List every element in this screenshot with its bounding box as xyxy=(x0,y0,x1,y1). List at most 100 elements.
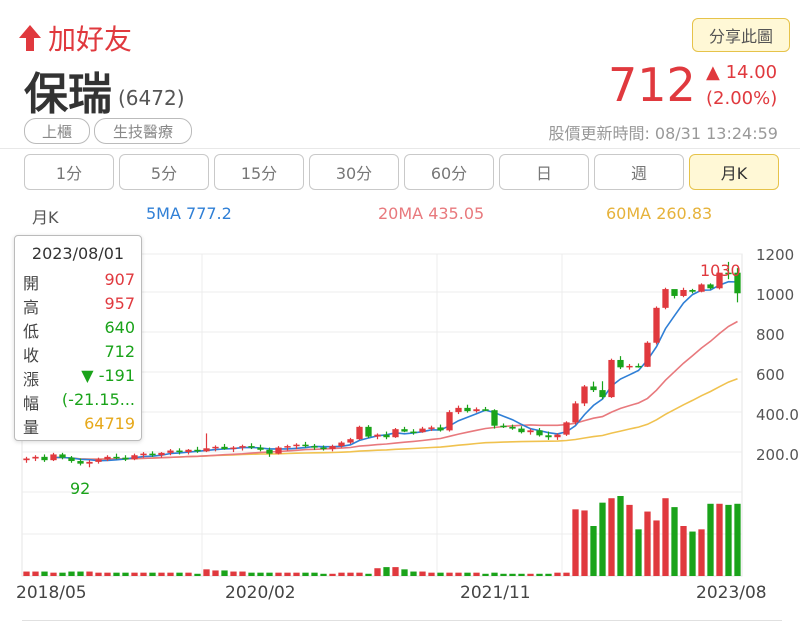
volume-bar xyxy=(572,509,579,576)
x-tick-label: 2023/08 xyxy=(696,583,767,603)
y-tick-label: 600 xyxy=(756,366,785,384)
volume-bar xyxy=(275,572,282,576)
candle[interactable] xyxy=(365,425,372,438)
volume-bar xyxy=(725,504,732,576)
volume-bar xyxy=(689,531,696,576)
volume-bar xyxy=(509,573,516,576)
volume-bar xyxy=(329,573,336,576)
update-time: 股價更新時間: 08/31 13:24:59 xyxy=(548,124,778,143)
volume-bar xyxy=(455,572,462,576)
volume-bar xyxy=(194,573,201,576)
tab-1min[interactable]: 1分 xyxy=(24,154,114,190)
volume-bar xyxy=(473,572,480,576)
candle[interactable] xyxy=(644,341,651,368)
ma-period-label: 月K xyxy=(32,208,59,227)
tab-day[interactable]: 日 xyxy=(499,154,589,190)
candle[interactable] xyxy=(653,306,660,345)
tooltip-row-high: 高 957 xyxy=(23,294,135,317)
tooltip-row-low: 低 640 xyxy=(23,318,135,341)
volume-bar xyxy=(95,572,102,576)
tab-month[interactable]: 月K xyxy=(689,154,779,190)
volume-bar xyxy=(617,496,624,576)
follow-button[interactable]: 加好友 xyxy=(18,18,132,58)
volume-bar xyxy=(293,572,300,576)
x-tick-label: 2018/05 xyxy=(16,583,87,603)
volume-bar xyxy=(383,567,390,576)
tab-60min[interactable]: 60分 xyxy=(404,154,494,190)
volume-bar xyxy=(446,572,453,576)
candle[interactable] xyxy=(662,287,669,310)
volume-bar xyxy=(50,572,57,576)
volume-bar xyxy=(104,572,111,576)
volume-bar xyxy=(59,572,66,576)
volume-bar xyxy=(581,510,588,576)
tooltip-row-percent: 幅 (-21.15... xyxy=(23,390,135,413)
volume-bar xyxy=(374,568,381,576)
volume-bar xyxy=(113,572,120,576)
candle[interactable] xyxy=(392,428,399,438)
volume-bar xyxy=(653,520,660,576)
industry-tag[interactable]: 生技醫療 xyxy=(94,118,192,144)
ma20-label: 20MA 435.05 xyxy=(378,204,485,223)
tab-week[interactable]: 週 xyxy=(594,154,684,190)
volume-bar xyxy=(419,571,426,576)
volume-bar xyxy=(698,529,705,576)
volume-bar xyxy=(239,571,246,576)
stock-code: (6472) xyxy=(118,86,185,110)
tab-15min[interactable]: 15分 xyxy=(214,154,304,190)
volume-bar xyxy=(635,529,642,576)
volume-bar xyxy=(563,572,570,576)
volume-bar xyxy=(707,503,714,576)
volume-bar xyxy=(131,572,138,576)
volume-bar xyxy=(491,572,498,576)
candle[interactable] xyxy=(698,283,705,293)
volume-bar xyxy=(203,569,210,576)
volume-bar xyxy=(158,572,165,576)
volume-bar xyxy=(644,511,651,576)
volume-bar xyxy=(77,571,84,576)
tooltip-date: 2023/08/01 xyxy=(31,244,125,263)
volume-bar xyxy=(356,572,363,576)
volume-bar xyxy=(680,526,687,576)
volume-bar xyxy=(149,572,156,576)
tooltip-row-close: 收 712 xyxy=(23,342,135,365)
volume-bar xyxy=(338,572,345,576)
share-button[interactable]: 分享此圖 xyxy=(692,18,790,52)
volume-bar xyxy=(662,498,669,576)
volume-bar xyxy=(401,569,408,576)
max-price-annotation: 1030 xyxy=(700,261,741,280)
candle[interactable] xyxy=(491,409,498,429)
volume-bar xyxy=(167,572,174,576)
candle[interactable] xyxy=(563,421,570,436)
ohlc-tooltip: 2023/08/01 開 907 高 957 低 640 收 712 漲 ▼ -191 幅… xyxy=(14,235,142,441)
volume-bar xyxy=(554,572,561,576)
y-tick-label: 400.0 xyxy=(756,406,799,424)
volume-bar xyxy=(176,572,183,576)
volume-bar xyxy=(392,567,399,576)
volume-bar xyxy=(437,572,444,576)
volume-bar xyxy=(23,571,30,576)
candle[interactable] xyxy=(608,358,615,398)
tab-5min[interactable]: 5分 xyxy=(119,154,209,190)
volume-bar xyxy=(365,573,372,576)
volume-bar xyxy=(590,526,597,576)
candle[interactable] xyxy=(446,410,453,432)
candle[interactable] xyxy=(356,425,363,440)
price-change: ▲ 14.00 xyxy=(706,62,778,83)
volume-bar xyxy=(257,572,264,576)
last-price: 712 xyxy=(608,58,696,112)
candle[interactable] xyxy=(572,401,579,425)
volume-bar xyxy=(32,571,39,576)
tab-30min[interactable]: 30分 xyxy=(309,154,399,190)
candle[interactable] xyxy=(581,385,588,407)
volume-bar xyxy=(266,572,273,576)
market-tag[interactable]: 上櫃 xyxy=(24,118,90,144)
volume-bar xyxy=(212,570,219,576)
volume-bar xyxy=(221,570,228,576)
volume-bar xyxy=(545,573,552,576)
y-tick-label: 1200 xyxy=(756,246,794,264)
volume-bar xyxy=(284,572,291,576)
y-tick-label: 800 xyxy=(756,326,785,344)
volume-bar xyxy=(482,573,489,576)
volume-bar xyxy=(302,572,309,576)
